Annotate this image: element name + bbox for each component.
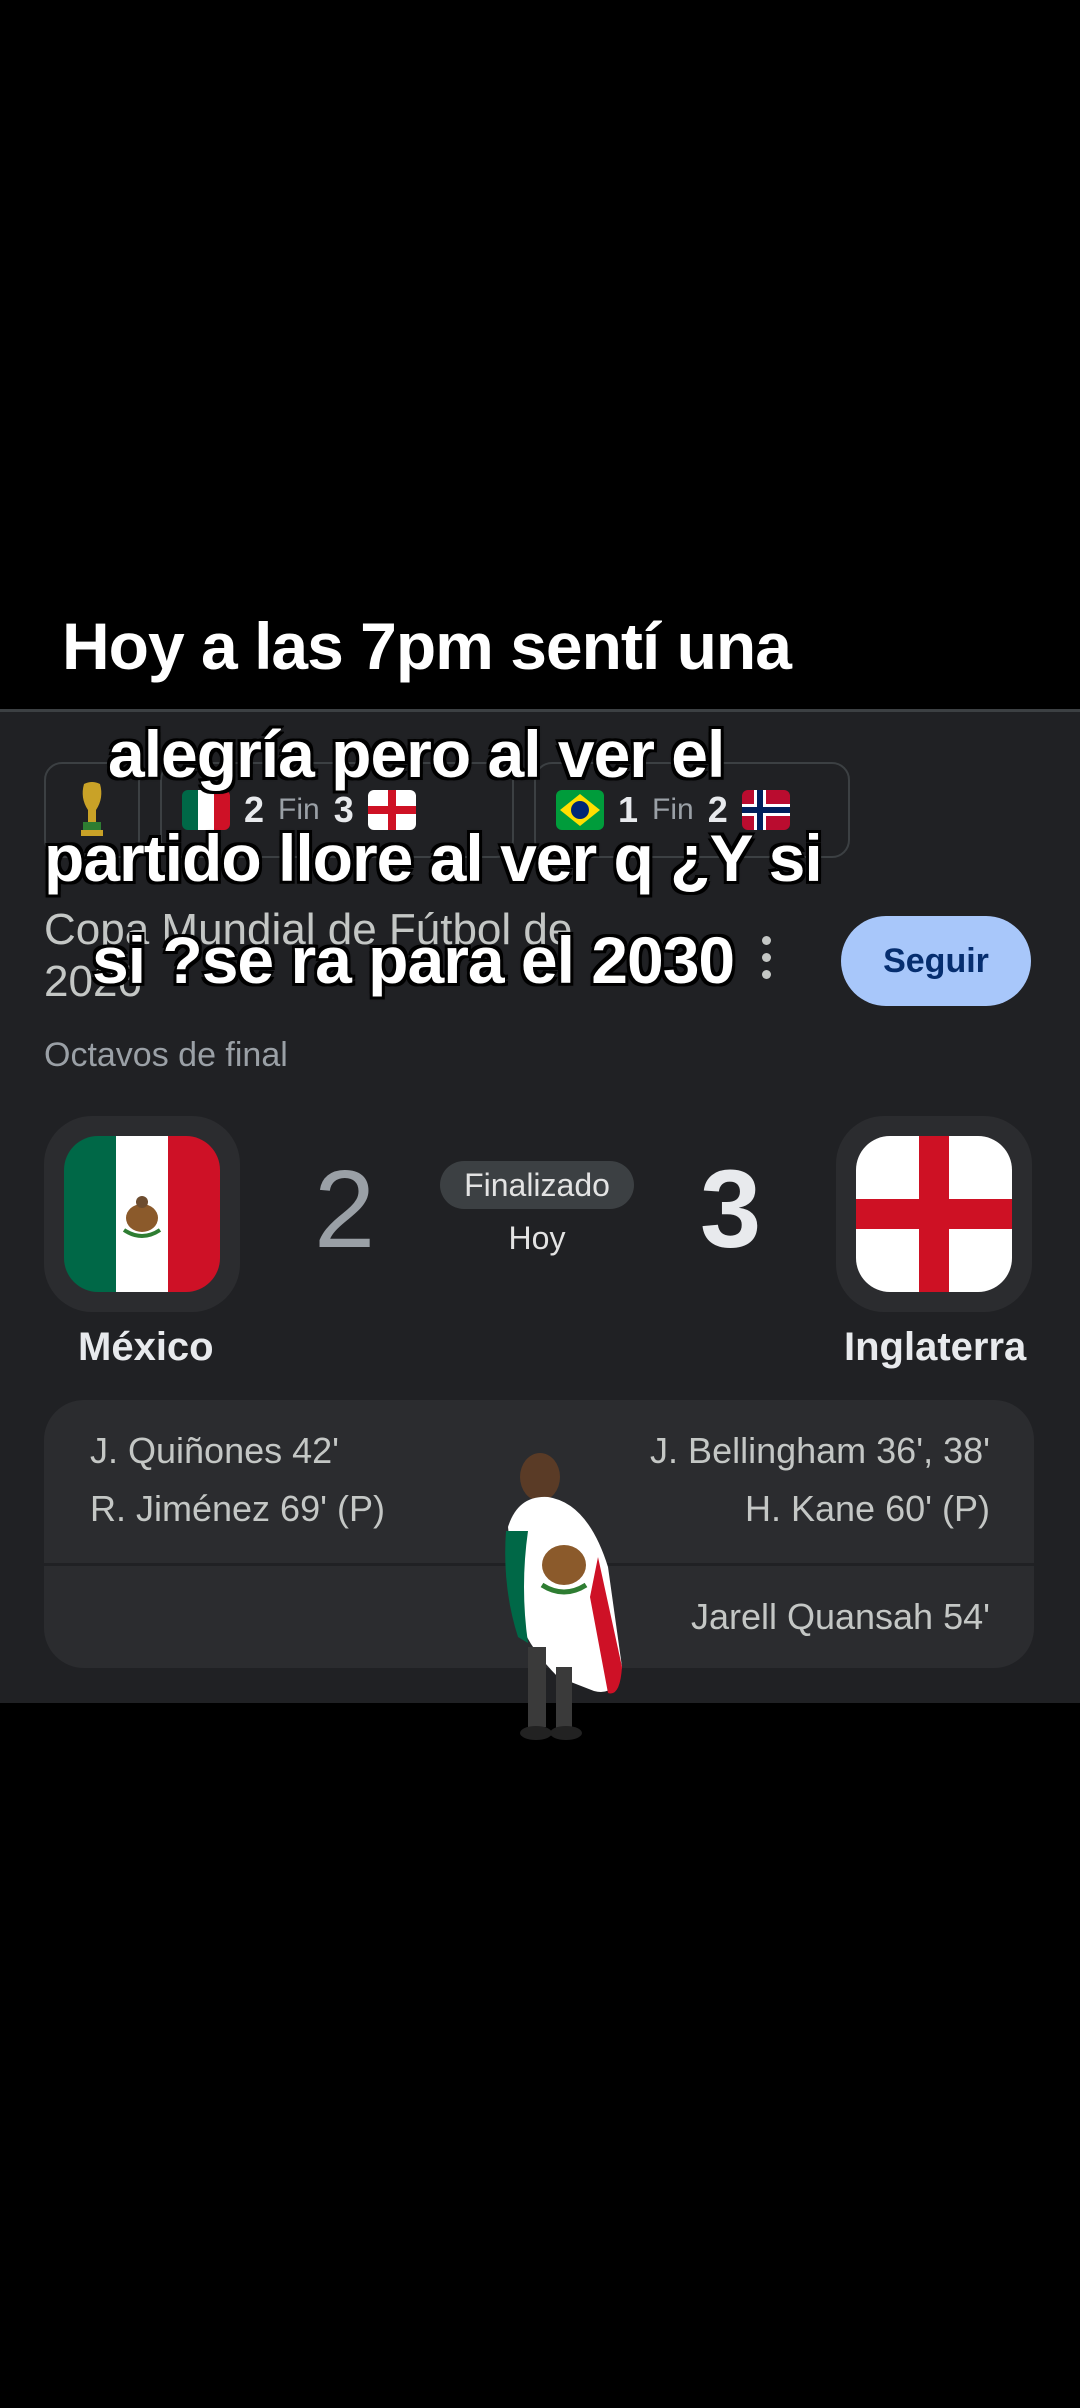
away-scorer: J. Bellingham 36', 38' — [650, 1430, 990, 1471]
caption-line-4: si ?se ra para el 2030 — [92, 923, 735, 997]
home-team-name[interactable]: México — [78, 1325, 214, 1370]
caption-line-3: partido llore al ver q ¿Y si — [44, 821, 823, 895]
home-scorer: R. Jiménez 69' (P) — [90, 1488, 385, 1529]
match-status-badge: Finalizado — [440, 1161, 634, 1209]
home-scorer: J. Quiñones 42' — [90, 1430, 340, 1471]
away-scorer: H. Kane 60' (P) — [745, 1488, 990, 1529]
england-flag-icon — [856, 1136, 1012, 1292]
home-team-logo[interactable] — [44, 1116, 240, 1312]
stage-label: Octavos de final — [44, 1036, 288, 1074]
away-team-name[interactable]: Inglaterra — [844, 1325, 1026, 1370]
more-options-icon[interactable] — [762, 936, 774, 987]
mexico-flag-person-sticker — [505, 1453, 622, 1740]
home-score: 2 — [314, 1148, 376, 1271]
caption-line-1: Hoy a las 7pm sentí una — [62, 609, 792, 683]
caption-line-2: alegría pero al ver el — [108, 717, 725, 791]
away-score: 3 — [700, 1148, 762, 1271]
match-date: Hoy — [508, 1220, 566, 1256]
follow-button[interactable]: Seguir — [841, 916, 1031, 1006]
own-goal-scorer: Jarell Quansah 54' — [690, 1596, 990, 1637]
mexico-flag-icon — [64, 1136, 220, 1292]
away-team-logo[interactable] — [836, 1116, 1032, 1312]
